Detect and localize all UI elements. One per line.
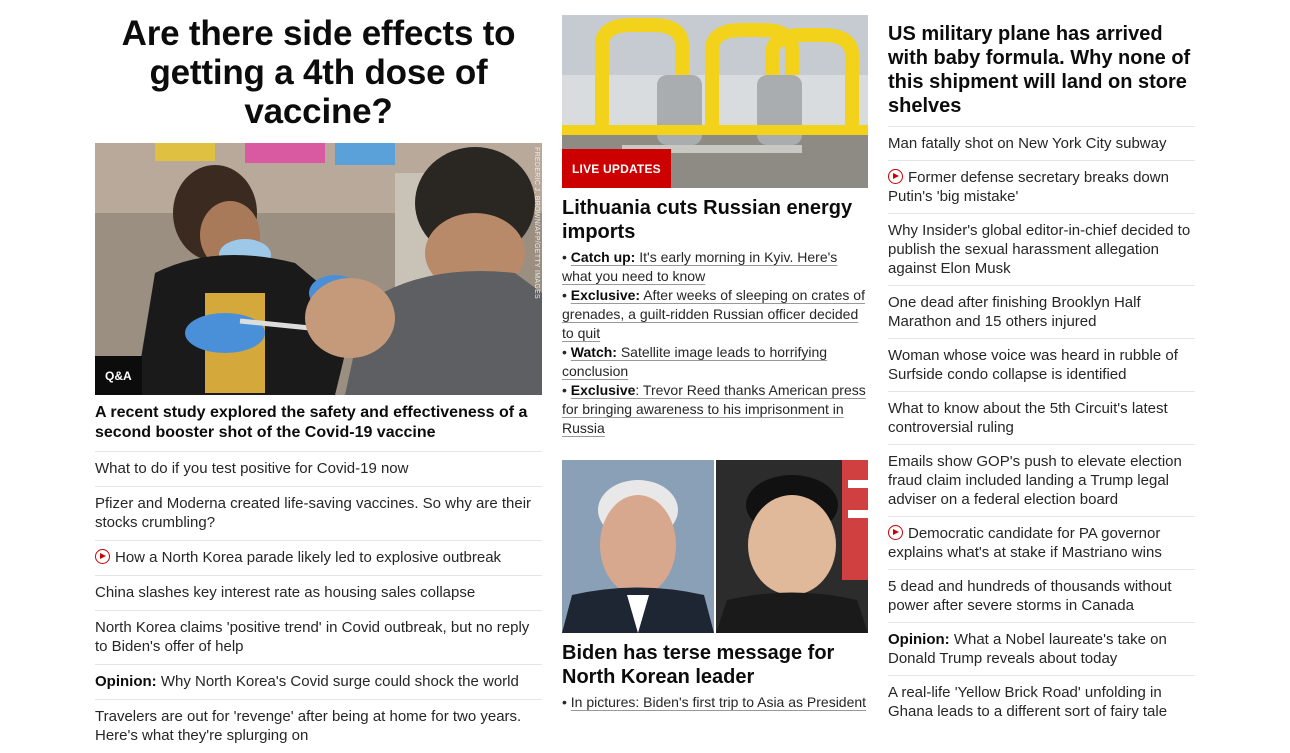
bullet-label: Watch: xyxy=(570,344,617,360)
biden-kim-image[interactable] xyxy=(562,460,868,633)
link-text[interactable]: Why Insider's global editor-in-chief dec… xyxy=(888,222,1190,277)
list-item[interactable]: Travelers are out for 'revenge' after be… xyxy=(95,699,542,753)
gas-pipeline-image[interactable]: LIVE UPDATES xyxy=(562,15,868,188)
lead-headline[interactable]: Are there side effects to getting a 4th … xyxy=(95,0,542,131)
play-video-icon xyxy=(95,549,110,564)
link-text[interactable]: How a North Korea parade likely led to e… xyxy=(115,549,501,566)
story2-bullets: • In pictures: Biden's first trip to Asi… xyxy=(562,693,868,712)
list-item[interactable]: Emails show GOP's push to elevate electi… xyxy=(888,444,1195,516)
middle-story-column: LIVE UPDATES Lithuania cuts Russian ener… xyxy=(562,0,868,712)
lead-subheadline[interactable]: A recent study explored the safety and e… xyxy=(95,403,542,451)
list-item[interactable]: Woman whose voice was heard in rubble of… xyxy=(888,338,1195,391)
link-text[interactable]: Pfizer and Moderna created life-saving v… xyxy=(95,495,531,531)
link-text[interactable]: A real-life 'Yellow Brick Road' unfoldin… xyxy=(888,684,1167,720)
link-text[interactable]: Man fatally shot on New York City subway xyxy=(888,135,1166,152)
link-text[interactable]: What to do if you test positive for Covi… xyxy=(95,460,408,477)
link-text[interactable]: Emails show GOP's push to elevate electi… xyxy=(888,453,1182,508)
lead-story-column: Are there side effects to getting a 4th … xyxy=(95,0,542,753)
link-text[interactable]: Woman whose voice was heard in rubble of… xyxy=(888,347,1178,383)
right-lead-headline[interactable]: US military plane has arrived with baby … xyxy=(888,0,1195,126)
link-text[interactable]: North Korea claims 'positive trend' in C… xyxy=(95,619,529,655)
link-text[interactable]: Travelers are out for 'revenge' after be… xyxy=(95,708,521,744)
bullet-item[interactable]: • Watch: Satellite image leads to horrif… xyxy=(562,343,868,381)
related-links-list: What to do if you test positive for Covi… xyxy=(95,451,542,753)
bullet-label: Exclusive xyxy=(570,382,636,398)
qa-tag: Q&A xyxy=(95,356,142,395)
photo-credit: FREDERIC J. BROWN/AFP/GETTY IMAGES xyxy=(533,147,540,300)
list-item[interactable]: Pfizer and Moderna created life-saving v… xyxy=(95,486,542,540)
bullet-item[interactable]: • Exclusive: After weeks of sleeping on … xyxy=(562,286,868,343)
bullet-item[interactable]: • Catch up: It's early morning in Kyiv. … xyxy=(562,248,868,286)
bullet-item[interactable]: • In pictures: Biden's first trip to Asi… xyxy=(562,693,868,712)
list-item[interactable]: Man fatally shot on New York City subway xyxy=(888,126,1195,160)
list-item[interactable]: Former defense secretary breaks down Put… xyxy=(888,160,1195,213)
link-text[interactable]: China slashes key interest rate as housi… xyxy=(95,584,475,601)
list-item[interactable]: Opinion: Why North Korea's Covid surge c… xyxy=(95,664,542,699)
bullet-label: Exclusive: xyxy=(570,287,641,303)
story2-headline[interactable]: Biden has terse message for North Korean… xyxy=(562,641,868,689)
bullet-text[interactable]: In pictures: Biden's first trip to Asia … xyxy=(571,694,866,710)
live-updates-tag: LIVE UPDATES xyxy=(562,149,671,188)
list-item[interactable]: What to do if you test positive for Covi… xyxy=(95,451,542,486)
bullet-item[interactable]: • Exclusive: Trevor Reed thanks American… xyxy=(562,381,868,438)
link-text[interactable]: Former defense secretary breaks down Put… xyxy=(888,169,1169,205)
play-video-icon xyxy=(888,525,903,540)
list-item[interactable]: Democratic candidate for PA governor exp… xyxy=(888,516,1195,569)
list-item[interactable]: North Korea claims 'positive trend' in C… xyxy=(95,610,542,664)
list-item[interactable]: What to know about the 5th Circuit's lat… xyxy=(888,391,1195,444)
list-item[interactable]: How a North Korea parade likely led to e… xyxy=(95,540,542,575)
list-item[interactable]: Why Insider's global editor-in-chief dec… xyxy=(888,213,1195,285)
link-text[interactable]: Democratic candidate for PA governor exp… xyxy=(888,525,1162,561)
list-item[interactable]: One dead after finishing Brooklyn Half M… xyxy=(888,285,1195,338)
link-text[interactable]: Why North Korea's Covid surge could shoc… xyxy=(161,673,519,690)
right-story-column: US military plane has arrived with baby … xyxy=(888,0,1195,728)
story1-bullets: • Catch up: It's early morning in Kyiv. … xyxy=(562,248,868,438)
list-item[interactable]: A real-life 'Yellow Brick Road' unfoldin… xyxy=(888,675,1195,728)
story1-headline[interactable]: Lithuania cuts Russian energy imports xyxy=(562,196,868,244)
opinion-label: Opinion: xyxy=(888,631,950,648)
link-text[interactable]: One dead after finishing Brooklyn Half M… xyxy=(888,294,1141,330)
bullet-label: Catch up: xyxy=(570,249,636,265)
list-item[interactable]: 5 dead and hundreds of thousands without… xyxy=(888,569,1195,622)
right-links-list: Man fatally shot on New York City subway… xyxy=(888,126,1195,728)
link-text[interactable]: 5 dead and hundreds of thousands without… xyxy=(888,578,1172,614)
list-item[interactable]: Opinion: What a Nobel laureate's take on… xyxy=(888,622,1195,675)
opinion-label: Opinion: xyxy=(95,673,157,690)
list-item[interactable]: China slashes key interest rate as housi… xyxy=(95,575,542,610)
link-text[interactable]: What to know about the 5th Circuit's lat… xyxy=(888,400,1168,436)
vaccine-image[interactable]: FREDERIC J. BROWN/AFP/GETTY IMAGES Q&A xyxy=(95,143,542,395)
play-video-icon xyxy=(888,169,903,184)
